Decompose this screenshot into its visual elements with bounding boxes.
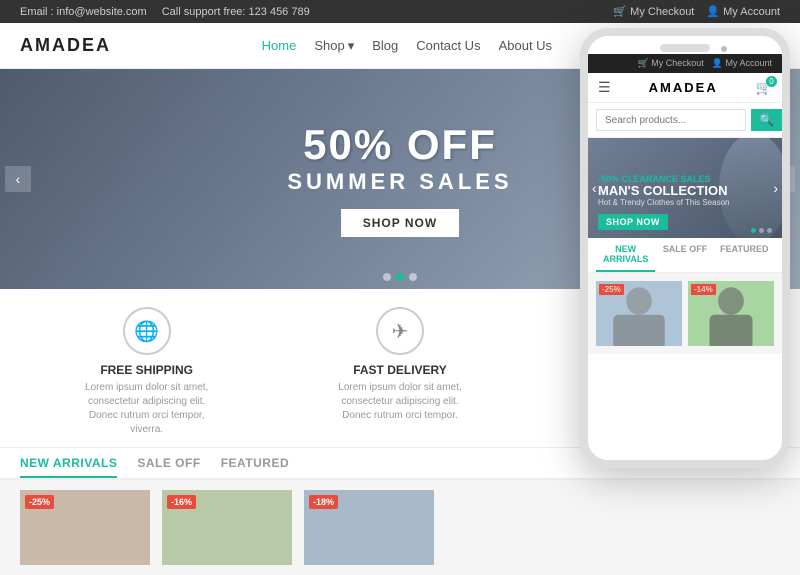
tab-sale-off[interactable]: SALE OFF <box>137 456 200 478</box>
phone-account-link[interactable]: 👤 My Account <box>712 58 772 69</box>
hero-content: 50% OFF SUMMER SALES SHOP NOW <box>287 121 512 237</box>
phone-cart-icon[interactable]: 🛒 0 <box>756 80 772 96</box>
phone-screen: 🛒 My Checkout 👤 My Account ☰ AMADEA 🛒 0 … <box>588 36 782 460</box>
phone-hero-dots <box>751 228 772 233</box>
phone-hero-content: -50% CLEARANCE SALES MAN'S COLLECTION Ho… <box>598 174 729 230</box>
product-card-1: -25% <box>20 490 150 565</box>
hero-dot-3[interactable] <box>409 273 417 281</box>
phone-menu-icon[interactable]: ☰ <box>598 79 611 96</box>
phone-notch <box>660 44 710 52</box>
phone-hero-subtitle: Hot & Trendy Clothes of This Season <box>598 198 729 207</box>
top-bar-right: 🛒 My Checkout 👤 My Account <box>613 5 780 18</box>
phone-product-2: -14% <box>688 281 774 346</box>
top-bar-left: Email : info@website.com Call support fr… <box>20 6 310 18</box>
hero-prev-arrow[interactable]: ‹ <box>5 166 31 192</box>
phone-hero-dot-3[interactable] <box>767 228 772 233</box>
phone-product-tabs: NEW ARRIVALS SALE OFF FEATURED <box>588 238 782 273</box>
phone-search-input[interactable] <box>596 109 746 131</box>
phone-checkout-link[interactable]: 🛒 My Checkout <box>638 58 704 69</box>
phone-header: ☰ AMADEA 🛒 0 <box>588 73 782 103</box>
logo: AMADEA <box>20 35 111 56</box>
product-card-3: -18% <box>304 490 434 565</box>
phone-info: Call support free: 123 456 789 <box>162 6 310 18</box>
feature-shipping: 🌐 FREE SHIPPING Lorem ipsum dolor sit am… <box>20 307 273 437</box>
product-image-1: -25% <box>20 490 150 565</box>
nav-shop[interactable]: Shop ▾ <box>314 38 354 54</box>
phone-hero-next[interactable]: › <box>773 180 778 196</box>
hero-cta-button[interactable]: SHOP NOW <box>341 209 459 237</box>
phone-logo: AMADEA <box>649 80 718 95</box>
phone-hero-collection: MAN'S COLLECTION <box>598 184 729 198</box>
main-nav: Home Shop ▾ Blog Contact Us About Us <box>262 38 552 54</box>
phone-cart-badge: 0 <box>766 76 777 87</box>
feature-delivery-title: FAST DELIVERY <box>273 363 526 377</box>
phone-product-img-1: -25% <box>596 281 682 346</box>
sale-text: SUMMER SALES <box>287 169 512 195</box>
top-bar: Email : info@website.com Call support fr… <box>0 0 800 23</box>
phone-products-row: -25% -14% <box>588 273 782 354</box>
phone-camera <box>721 46 727 52</box>
top-checkout-link[interactable]: 🛒 My Checkout <box>613 5 694 18</box>
phone-product-img-2: -14% <box>688 281 774 346</box>
product-badge-3: -18% <box>309 495 338 509</box>
product-image-2: -16% <box>162 490 292 565</box>
phone-topbar: 🛒 My Checkout 👤 My Account <box>588 54 782 73</box>
nav-home[interactable]: Home <box>262 38 297 53</box>
nav-contact[interactable]: Contact Us <box>416 38 480 53</box>
nav-about[interactable]: About Us <box>499 38 552 53</box>
phone-hero-banner: ‹ -50% CLEARANCE SALES MAN'S COLLECTION … <box>588 138 782 238</box>
product-badge-1: -25% <box>25 495 54 509</box>
top-account-link[interactable]: 👤 My Account <box>706 5 780 18</box>
phone-tab-sale-off[interactable]: SALE OFF <box>655 238 714 272</box>
tab-new-arrivals[interactable]: NEW ARRIVALS <box>20 456 117 478</box>
sale-percentage: 50% OFF <box>287 121 512 169</box>
feature-shipping-desc: Lorem ipsum dolor sit amet, consectetur … <box>82 381 212 437</box>
hero-dots <box>383 273 417 281</box>
phone-product-1: -25% <box>596 281 682 346</box>
tab-featured[interactable]: FEATURED <box>221 456 289 478</box>
feature-delivery-desc: Lorem ipsum dolor sit amet, consectetur … <box>335 381 465 423</box>
phone-outer: 🛒 My Checkout 👤 My Account ☰ AMADEA 🛒 0 … <box>580 28 790 468</box>
chevron-down-icon: ▾ <box>348 38 355 54</box>
email-info: Email : info@website.com <box>20 6 147 18</box>
phone-search-button[interactable]: 🔍 <box>751 109 782 131</box>
product-card-2: -16% <box>162 490 292 565</box>
phone-hero-cta[interactable]: SHOP NOW <box>598 214 668 230</box>
phone-search-bar: 🔍 <box>588 103 782 138</box>
delivery-icon: ✈ <box>376 307 424 355</box>
phone-mockup: 🛒 My Checkout 👤 My Account ☰ AMADEA 🛒 0 … <box>570 28 800 500</box>
product-image-3: -18% <box>304 490 434 565</box>
hero-dot-2[interactable] <box>396 273 404 281</box>
phone-hero-dot-2[interactable] <box>759 228 764 233</box>
phone-hero-prev[interactable]: ‹ <box>592 180 597 196</box>
feature-delivery: ✈ FAST DELIVERY Lorem ipsum dolor sit am… <box>273 307 526 437</box>
nav-blog[interactable]: Blog <box>372 38 398 53</box>
hero-dot-1[interactable] <box>383 273 391 281</box>
phone-tab-featured[interactable]: FEATURED <box>715 238 774 272</box>
feature-shipping-title: FREE SHIPPING <box>20 363 273 377</box>
phone-hero-dot-1[interactable] <box>751 228 756 233</box>
product-badge-2: -16% <box>167 495 196 509</box>
phone-tab-new-arrivals[interactable]: NEW ARRIVALS <box>596 238 655 272</box>
shipping-icon: 🌐 <box>123 307 171 355</box>
